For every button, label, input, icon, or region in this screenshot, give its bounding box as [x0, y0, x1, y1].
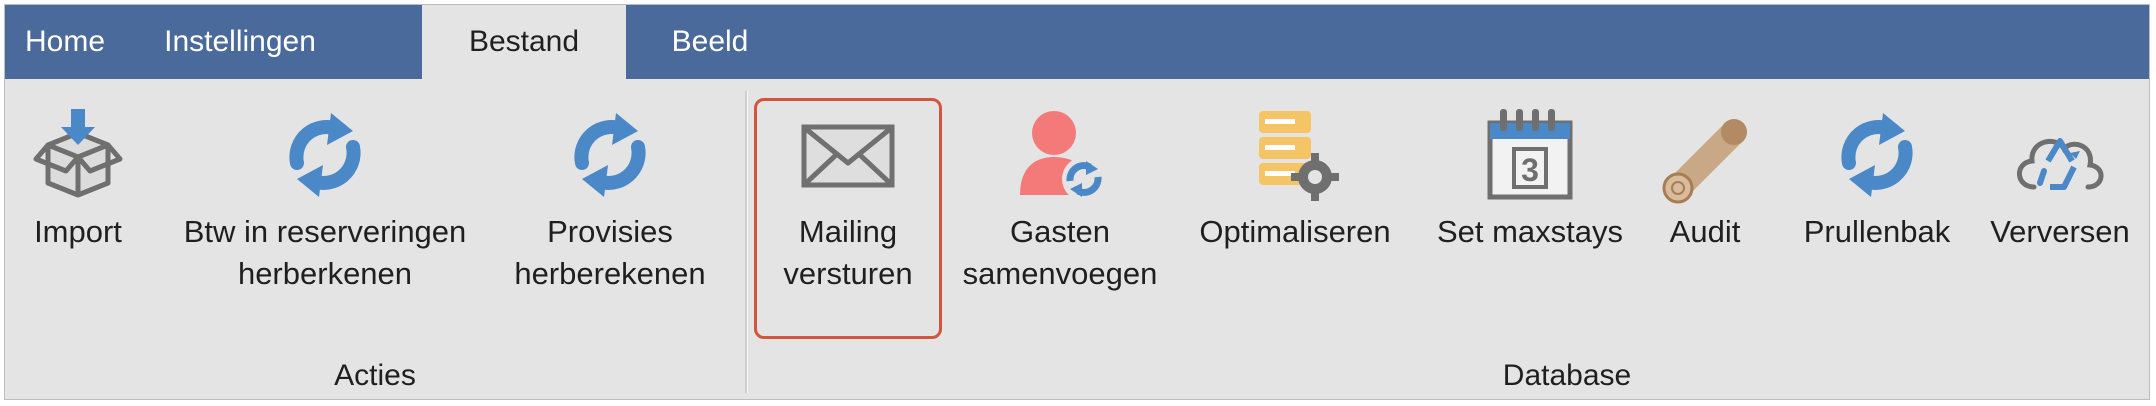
audit-label: Audit [1669, 214, 1741, 249]
prullenbak-label: Prullenbak [1803, 214, 1951, 249]
set-maxstays-button[interactable]: 3 Set maxstays [1425, 105, 1635, 253]
log-icon [1662, 119, 1747, 204]
gasten-samenvoegen-label: Gasten samenvoegen [962, 214, 1158, 291]
provisies-herberekenen-label: Provisies herberekenen [514, 214, 706, 291]
box-import-icon [33, 109, 123, 198]
optimaliseren-label: Optimaliseren [1199, 214, 1391, 249]
ribbon-frame: Home Instellingen Bestand Beeld Acties D… [4, 4, 2150, 400]
btw-herberkenen-label: Btw in reserveringen herberkenen [183, 214, 467, 291]
verversen-label: Verversen [1990, 214, 2130, 249]
prullenbak-button[interactable]: Prullenbak [1787, 105, 1967, 253]
refresh-icon [1841, 113, 1913, 197]
provisies-herberekenen-button[interactable]: Provisies herberekenen [505, 105, 715, 295]
calendar-day-number: 3 [1521, 152, 1539, 188]
envelope-icon [801, 124, 895, 188]
btw-herberkenen-button[interactable]: Btw in reserveringen herberkenen [155, 105, 495, 295]
cloud-recycle-icon [2017, 138, 2104, 190]
tab-home[interactable]: Home [5, 5, 125, 79]
group-label-acties: Acties [334, 359, 416, 392]
user-merge-icon [1020, 111, 1106, 201]
audit-button[interactable]: Audit [1650, 105, 1760, 253]
import-button[interactable]: Import [13, 105, 143, 253]
gasten-samenvoegen-button[interactable]: Gasten samenvoegen [955, 105, 1165, 295]
optimaliseren-button[interactable]: Optimaliseren [1185, 105, 1405, 253]
tab-bestand[interactable]: Bestand [422, 5, 626, 79]
calendar-icon: 3 [1487, 109, 1573, 200]
tab-instellingen[interactable]: Instellingen [155, 5, 325, 79]
mailing-versturen-label: Mailing versturen [783, 214, 913, 291]
import-label: Import [34, 214, 122, 249]
refresh-icon [289, 113, 361, 197]
refresh-icon [574, 113, 646, 197]
mailing-versturen-button[interactable]: Mailing versturen [758, 105, 938, 295]
tab-beeld[interactable]: Beeld [645, 5, 775, 79]
set-maxstays-label: Set maxstays [1436, 214, 1624, 249]
verversen-button[interactable]: Verversen [1975, 105, 2145, 253]
ribbon-tab-bar: Home Instellingen Bestand Beeld [5, 5, 2149, 79]
database-gear-icon [1259, 111, 1339, 201]
group-label-database: Database [1502, 359, 1632, 392]
